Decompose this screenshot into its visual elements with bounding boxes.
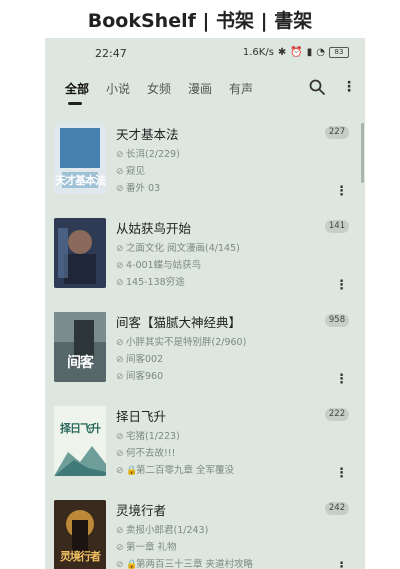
book-latest-chapter: 间客960	[126, 371, 164, 382]
book-more-icon[interactable]: ⋮	[335, 278, 348, 294]
author-icon: ⊘	[116, 338, 124, 348]
book-author-progress: 长洱(2/229)	[126, 149, 180, 160]
battery-icon: 83	[329, 47, 349, 58]
book-latest-chapter: 第两百三十三章 夹道村攻略	[136, 559, 254, 569]
status-time: 22:47	[95, 47, 127, 60]
book-cover-art	[54, 218, 106, 288]
book-title: 天才基本法	[116, 127, 179, 142]
book-read-chapter: 第一章 礼物	[126, 542, 177, 553]
book-latest-chapter-line: ⊘ 间客960	[116, 368, 163, 382]
book-item[interactable]: 间客 间客【猫腻大神经典】 958 ⊘ 小胖其实不是特别胖(2/960) ⊘ 间客0…	[45, 308, 365, 402]
book-cover: 天才基本法	[54, 124, 106, 194]
book-cover-title: 天才基本法	[55, 174, 106, 187]
book-more-icon[interactable]: ⋮	[335, 184, 348, 200]
status-bar: 22:47 1.6K/s ✱ ⏰ ▮ ◔ 83	[45, 38, 365, 68]
network-speed: 1.6K/s	[242, 47, 274, 58]
book-item[interactable]: 灵境行者 灵境行者 242 ⊘ 卖报小郎君(1/243) ⊘ 第一章 礼物 ⊘ 🔒第两…	[45, 496, 365, 569]
phone-screen: 22:47 1.6K/s ✱ ⏰ ▮ ◔ 83 全部 小说 女频 漫画 有声 ⋮	[45, 38, 365, 569]
book-more-icon[interactable]: ⋮	[335, 466, 348, 482]
latest-icon: ⊘	[116, 278, 124, 288]
lock-icon: 🔒	[126, 560, 138, 569]
lock-icon: 🔒	[126, 466, 138, 476]
book-cover: 灵境行者	[54, 500, 106, 569]
book-cover: 间客	[54, 312, 106, 382]
unread-count-badge: 141	[325, 220, 349, 233]
book-read-chapter-line: ⊘ 间客002	[116, 351, 163, 365]
book-latest-chapter-line: ⊘ 番外 03	[116, 180, 160, 194]
book-author-line: ⊘ 卖报小郎君(1/243)	[116, 522, 208, 536]
author-icon: ⊘	[116, 432, 124, 442]
book-latest-chapter: 番外 03	[126, 183, 161, 194]
book-more-icon[interactable]: ⋮	[335, 372, 348, 388]
book-author-progress: 之面文化 阅文漫画(4/145)	[126, 243, 240, 254]
tab-comics[interactable]: 漫画	[188, 80, 212, 97]
search-icon[interactable]	[308, 78, 326, 96]
book-author-line: ⊘ 宅猪(1/223)	[116, 428, 180, 442]
wifi-icon: ◔	[316, 47, 325, 58]
book-latest-chapter-line: ⊘ 145-138穷途	[116, 274, 185, 288]
category-tabs: 全部 小说 女频 漫画 有声 ⋮	[45, 74, 365, 108]
page-banner-title: BookShelf | 书架 | 書架	[87, 9, 313, 32]
book-read-chapter: 何不去故!!!	[126, 448, 176, 459]
latest-icon: ⊘	[116, 466, 124, 476]
latest-icon: ⊘	[116, 560, 124, 569]
author-icon: ⊘	[116, 244, 124, 254]
bluetooth-icon: ✱	[277, 47, 287, 58]
book-read-chapter-line: ⊘ 何不去故!!!	[116, 445, 175, 459]
status-icons: 1.6K/s ✱ ⏰ ▮ ◔ 83	[243, 47, 349, 58]
clock-icon: ⊘	[116, 261, 124, 271]
book-author-progress: 宅猪(1/223)	[126, 431, 180, 442]
tab-novels[interactable]: 小说	[106, 80, 130, 97]
book-read-chapter: 间客002	[126, 354, 164, 365]
book-read-chapter: 4-001蝶与姑获鸟	[126, 260, 202, 271]
clock-icon: ⊘	[116, 355, 124, 365]
book-item[interactable]: 择日飞升 择日飞升 222 ⊘ 宅猪(1/223) ⊘ 何不去故!!! ⊘ 🔒第二百零…	[45, 402, 365, 496]
clock-icon: ⊘	[116, 543, 124, 553]
author-icon: ⊘	[116, 150, 124, 160]
unread-count-badge: 227	[325, 126, 349, 139]
book-cover	[54, 218, 106, 288]
tab-all[interactable]: 全部	[65, 80, 89, 97]
unread-count-badge: 222	[325, 408, 349, 421]
book-author-line: ⊘ 之面文化 阅文漫画(4/145)	[116, 240, 240, 254]
latest-icon: ⊘	[116, 184, 124, 194]
book-read-chapter-line: ⊘ 4-001蝶与姑获鸟	[116, 257, 201, 271]
book-author-line: ⊘ 长洱(2/229)	[116, 146, 180, 160]
book-read-chapter: 窥见	[126, 166, 146, 177]
scrollbar[interactable]	[361, 123, 364, 183]
signal-icon: ▮	[306, 47, 313, 58]
book-title: 间客【猫腻大神经典】	[116, 315, 242, 330]
book-latest-chapter-line: ⊘ 🔒第二百零九章 全军覆没	[116, 462, 234, 476]
author-icon: ⊘	[116, 526, 124, 536]
clock-icon: ⊘	[116, 167, 124, 177]
book-cover-title: 择日飞升	[60, 422, 101, 435]
unread-count-badge: 958	[325, 314, 349, 327]
book-item[interactable]: 天才基本法 天才基本法 227 ⊘ 长洱(2/229) ⊘ 窥见 ⊘ 番外 03 ⋮	[45, 120, 365, 214]
book-cover: 择日飞升	[54, 406, 106, 476]
tab-active-indicator	[68, 102, 82, 105]
book-latest-chapter-line: ⊘ 🔒第两百三十三章 夹道村攻略	[116, 556, 253, 569]
tab-audio[interactable]: 有声	[229, 80, 253, 97]
book-cover-title: 灵境行者	[60, 550, 101, 563]
book-title: 择日飞升	[116, 409, 167, 424]
book-author-line: ⊘ 小胖其实不是特别胖(2/960)	[116, 334, 246, 348]
clock-icon: ⊘	[116, 449, 124, 459]
book-more-icon[interactable]: ⋮	[335, 560, 348, 569]
alarm-icon: ⏰	[290, 47, 303, 58]
book-read-chapter-line: ⊘ 窥见	[116, 163, 145, 177]
book-latest-chapter: 第二百零九章 全军覆没	[136, 465, 235, 476]
book-title: 灵境行者	[116, 503, 167, 518]
book-item[interactable]: 从姑获鸟开始 141 ⊘ 之面文化 阅文漫画(4/145) ⊘ 4-001蝶与姑获鸟…	[45, 214, 365, 308]
book-latest-chapter: 145-138穷途	[126, 277, 185, 288]
tab-female[interactable]: 女频	[147, 80, 171, 97]
book-title: 从姑获鸟开始	[116, 221, 192, 236]
book-cover-title: 间客	[67, 355, 94, 371]
unread-count-badge: 242	[325, 502, 349, 515]
book-cover-art	[54, 406, 106, 476]
book-author-progress: 卖报小郎君(1/243)	[126, 525, 209, 536]
book-read-chapter-line: ⊘ 第一章 礼物	[116, 539, 177, 553]
latest-icon: ⊘	[116, 372, 124, 382]
book-author-progress: 小胖其实不是特别胖(2/960)	[126, 337, 247, 348]
more-vertical-icon[interactable]: ⋮	[342, 79, 356, 97]
